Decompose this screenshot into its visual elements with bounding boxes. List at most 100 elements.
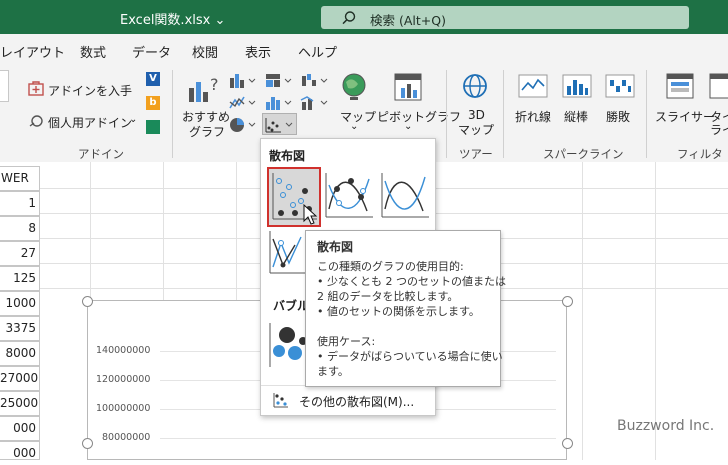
cell-value[interactable]: 1: [0, 191, 40, 216]
y-tick-label: 120000000: [96, 374, 151, 385]
group-label-sparkline: スパークライン: [543, 147, 624, 161]
grid-line: [655, 162, 656, 460]
y-tick-label: 100000000: [96, 403, 151, 414]
people-graph-icon[interactable]: [146, 120, 160, 134]
my-addins-icon: [29, 115, 43, 127]
cell-value[interactable]: 8: [0, 216, 40, 241]
cell-value[interactable]: 125: [0, 266, 40, 291]
visio-icon[interactable]: V: [146, 72, 160, 86]
more-scatter-icon: [273, 393, 288, 408]
chart-type-tooltip: 散布図 この種類のグラフの使用目的: • 少なくとも 2 つのセットの値または …: [305, 230, 506, 387]
tooltip-line: • データがばらついている場合に使い: [317, 350, 503, 363]
sparkline-line-icon: [518, 74, 548, 98]
scatter-chart-button[interactable]: [262, 113, 297, 135]
menu-bar: [0, 34, 728, 64]
globe-map-icon: [342, 73, 366, 100]
pivot-chart-button[interactable]: ピボットグラフ: [377, 108, 461, 125]
hierarchy-chart-icon[interactable]: [264, 72, 294, 90]
pivot-chart-icon: [394, 73, 422, 101]
sparkline-column-icon: [562, 74, 592, 98]
store-icon: [28, 81, 44, 96]
bubble-chart-icon: [269, 323, 307, 367]
tooltip-line: 使用ケース:: [317, 335, 376, 348]
scatter-smooth-lines-icon: [381, 173, 429, 218]
tooltip-title: 散布図: [317, 240, 354, 254]
cell-value[interactable]: 1000: [0, 291, 40, 316]
tooltip-line: ます。: [317, 365, 349, 378]
chart-resize-handle[interactable]: [82, 296, 93, 307]
more-scatter-link[interactable]: その他の散布図(M)...: [299, 393, 414, 410]
ribbon-separator: [172, 70, 173, 158]
tooltip-line: • 少なくとも 2 つのセットの値または: [317, 275, 506, 288]
group-label-addin: アドイン: [78, 147, 124, 161]
slicer-button[interactable]: スライサー: [655, 108, 715, 125]
bubble-section-heading: バブル: [273, 299, 310, 313]
sparkline-winloss-button[interactable]: 勝敗: [606, 108, 630, 125]
svg-text:?: ?: [210, 75, 219, 94]
cell-value[interactable]: 8000: [0, 341, 40, 366]
3d-map-label1[interactable]: 3D: [468, 108, 485, 122]
stat-chart-icon[interactable]: [264, 94, 294, 112]
tab-help[interactable]: ヘルプ: [298, 42, 337, 61]
scatter-thumb-smooth-markers[interactable]: [323, 169, 375, 221]
pivot-dropdown-icon[interactable]: ⌄: [404, 121, 412, 132]
column-chart-icon[interactable]: [228, 72, 258, 90]
3d-map-label2[interactable]: マップ: [458, 121, 494, 138]
map-dropdown-icon[interactable]: ⌄: [350, 121, 358, 132]
file-title[interactable]: Excel関数.xlsx ⌄: [120, 9, 225, 28]
tab-formulas[interactable]: 数式: [80, 42, 106, 61]
cell-value[interactable]: 27000: [0, 366, 40, 391]
group-label-tour: ツアー: [459, 147, 493, 161]
search-icon: [342, 11, 356, 25]
line-chart-icon[interactable]: [228, 94, 258, 112]
chart-resize-handle[interactable]: [562, 296, 573, 307]
ribbon-separator: [446, 70, 447, 158]
cell-value[interactable]: 000: [0, 416, 40, 441]
timeline-button-line2[interactable]: ライ: [710, 121, 728, 138]
chart-gridline: [160, 438, 556, 439]
y-tick-label: 140000000: [96, 345, 151, 356]
sparkline-winloss-icon: [605, 74, 635, 98]
sparkline-column-button[interactable]: 縦棒: [564, 108, 588, 125]
3d-map-icon: [463, 74, 487, 98]
chart-resize-handle[interactable]: [82, 438, 93, 449]
cell-value[interactable]: 27: [0, 241, 40, 266]
ribbon-separator: [503, 70, 504, 158]
y-tick-label: 80000000: [102, 432, 151, 443]
search-placeholder: 検索 (Alt+Q): [370, 13, 446, 28]
scatter-straight-icon: [269, 231, 307, 274]
combo-chart-icon[interactable]: [300, 94, 330, 112]
sparkline-line-button[interactable]: 折れ線: [515, 108, 551, 125]
get-addins-button[interactable]: アドインを入手: [48, 82, 132, 99]
recommended-charts-icon: ?: [189, 75, 219, 102]
tab-review[interactable]: 校閲: [192, 42, 218, 61]
scatter-thumb-smooth-lines[interactable]: [379, 169, 431, 221]
bing-icon[interactable]: b: [146, 96, 160, 110]
waterfall-chart-icon[interactable]: [300, 72, 330, 90]
scatter-chart-icon: [265, 118, 293, 133]
timeline-icon: [709, 73, 728, 99]
slicer-icon: [666, 73, 694, 99]
tab-view[interactable]: 表示: [245, 42, 271, 61]
tooltip-line: この種類のグラフの使用目的:: [317, 260, 464, 273]
tooltip-line: • 値のセットの関係を示します。: [317, 305, 480, 318]
scatter-section-heading: 散布図: [269, 149, 306, 163]
pie-chart-icon[interactable]: [228, 116, 258, 134]
chart-resize-handle[interactable]: [562, 438, 573, 449]
recommended-charts-label2[interactable]: グラフ: [189, 123, 225, 140]
grid-line: [582, 162, 583, 460]
tooltip-line: 2 組のデータを比較します。: [317, 290, 459, 303]
mouse-cursor-icon: [303, 204, 318, 225]
tab-data[interactable]: データ: [132, 42, 171, 61]
my-addins-button[interactable]: 個人用アドイン: [48, 114, 132, 131]
cell-value[interactable]: 3375: [0, 316, 40, 341]
column-header-cell[interactable]: WER: [0, 166, 40, 191]
scatter-smooth-icon: [325, 173, 373, 218]
formula-box-edge: [0, 70, 9, 102]
cell-value[interactable]: 000: [0, 441, 40, 460]
my-addins-dropdown-icon[interactable]: ⌄: [129, 114, 137, 125]
watermark: Buzzword Inc.: [617, 418, 715, 434]
ribbon-separator: [646, 70, 647, 158]
tab-page-layout[interactable]: レイアウト: [0, 42, 65, 61]
cell-value[interactable]: 25000: [0, 391, 40, 416]
